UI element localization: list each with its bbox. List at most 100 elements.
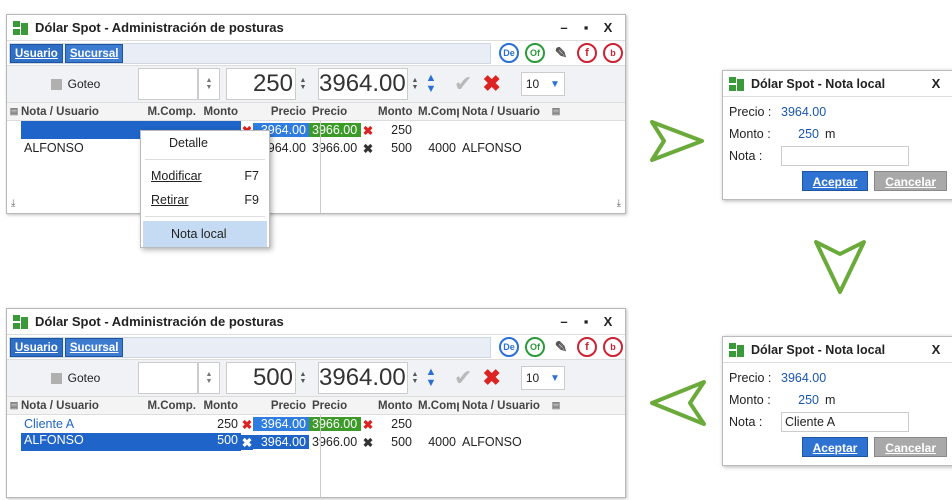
- remove-ask-icon[interactable]: ✖: [361, 435, 375, 450]
- order-controls: Goteo ▲ ▼ 250 ▲ ▼ 3964.00 ▲ ▼ ▲ ▼ ✔ ✖ 10 ▼: [7, 65, 625, 103]
- price-stepper[interactable]: ▲ ▼: [408, 68, 422, 100]
- window-title: Dólar Spot - Administración de posturas: [35, 314, 284, 329]
- user-alert-icon[interactable]: f: [577, 43, 597, 63]
- user-alert-icon[interactable]: f: [577, 337, 597, 357]
- table-row[interactable]: Cliente A 250 ✖ 3964.00 3966.00 ✖ 250: [7, 415, 625, 433]
- precio-bid-cell[interactable]: 3964.00: [253, 417, 309, 431]
- offer-icon[interactable]: Of: [525, 337, 545, 357]
- amount-input[interactable]: 250: [226, 68, 296, 100]
- group-alert-icon[interactable]: b: [603, 337, 623, 357]
- remove-bid-icon[interactable]: ✖: [241, 434, 253, 450]
- goteo-input[interactable]: [138, 68, 198, 100]
- nota-input[interactable]: Cliente A: [781, 412, 909, 432]
- menu-item-modificar[interactable]: Modificar F7: [141, 164, 269, 188]
- app-logo-icon: [13, 20, 29, 35]
- goteo-checkbox[interactable]: [50, 372, 62, 384]
- grid-menu-icon[interactable]: ▤: [7, 400, 21, 411]
- menu-item-nota-local[interactable]: Nota local: [143, 221, 267, 247]
- app-logo-icon: [13, 314, 29, 329]
- posturas-window-after: Dólar Spot - Administración de posturas …: [6, 308, 626, 498]
- group-alert-icon[interactable]: b: [603, 43, 623, 63]
- cancel-x-icon[interactable]: ✖: [482, 71, 500, 97]
- app-logo-icon: [729, 76, 745, 91]
- price-input[interactable]: 3964.00: [318, 68, 408, 100]
- remove-bid-icon[interactable]: ✖: [241, 417, 253, 432]
- confirm-check-icon[interactable]: ✔: [454, 71, 472, 97]
- selected-bid-cell[interactable]: ALFONSO 500: [21, 433, 241, 451]
- tab-bar: Usuario Sucursal: [9, 336, 491, 358]
- grid-menu-icon-right[interactable]: ▤: [549, 400, 563, 411]
- remove-ask-icon[interactable]: ✖: [361, 417, 375, 432]
- precio-ask-cell[interactable]: 3966.00: [309, 123, 361, 137]
- precio-ask-cell[interactable]: 3966.00: [309, 417, 361, 431]
- download-icon-right[interactable]: ⤓: [617, 198, 621, 209]
- close-button[interactable]: X: [597, 20, 619, 35]
- tab-sucursal[interactable]: Sucursal: [64, 337, 124, 357]
- nota-local-dialog-filled: Dólar Spot - Nota local X Precio : 3964.0…: [722, 336, 952, 466]
- demand-icon[interactable]: De: [499, 43, 519, 63]
- precio-ask-cell[interactable]: 3966.00: [309, 141, 361, 155]
- price-big-stepper[interactable]: ▲ ▼: [422, 68, 440, 100]
- col-precio-ask: Precio: [312, 105, 348, 118]
- table-row[interactable]: ALFONSO 500 ✖ 3964.00 3966.00 ✖ 500 4000 …: [7, 433, 625, 451]
- grid-menu-icon-right[interactable]: ▤: [549, 106, 563, 117]
- grid-menu-icon[interactable]: ▤: [7, 106, 21, 117]
- cancelar-button[interactable]: Cancelar: [874, 437, 947, 457]
- nota-cell: Cliente A: [24, 417, 75, 431]
- menu-item-detalle[interactable]: Detalle: [141, 131, 269, 155]
- price-input[interactable]: 3964.00: [318, 362, 408, 394]
- maximize-button[interactable]: ▪: [575, 20, 597, 35]
- chevron-down-icon: ▼: [549, 372, 560, 384]
- goteo-stepper[interactable]: ▲ ▼: [198, 68, 220, 100]
- monto-value: 250: [798, 127, 819, 141]
- goteo-stepper[interactable]: ▲ ▼: [198, 362, 220, 394]
- close-button[interactable]: X: [925, 76, 947, 91]
- cancelar-button[interactable]: Cancelar: [874, 171, 947, 191]
- quantity-select[interactable]: 10 ▼: [520, 72, 565, 96]
- maximize-button[interactable]: ▪: [575, 314, 597, 329]
- orders-grid: ▤ Nota / Usuario M.Comp. Monto Precio Pr…: [7, 397, 625, 497]
- goteo-toggle[interactable]: Goteo: [13, 77, 138, 91]
- close-button[interactable]: X: [925, 342, 947, 357]
- precio-ask-cell[interactable]: 3966.00: [309, 435, 361, 449]
- remove-ask-icon[interactable]: ✖: [361, 141, 375, 156]
- offer-icon[interactable]: Of: [525, 43, 545, 63]
- aceptar-button[interactable]: Aceptar: [801, 437, 869, 457]
- amount-stepper[interactable]: ▲ ▼: [296, 362, 310, 394]
- tab-sucursal[interactable]: Sucursal: [64, 43, 124, 63]
- price-stepper[interactable]: ▲ ▼: [408, 362, 422, 394]
- tab-bar: Usuario Sucursal: [9, 42, 491, 64]
- toolbar: Usuario Sucursal De Of ✎ f b: [7, 41, 625, 65]
- close-button[interactable]: X: [597, 314, 619, 329]
- monto-value: 250: [798, 393, 819, 407]
- toolbar-icons: De Of ✎ f b: [499, 337, 623, 357]
- tab-usuario[interactable]: Usuario: [10, 337, 63, 357]
- minimize-button[interactable]: –: [553, 314, 575, 329]
- minimize-button[interactable]: –: [553, 20, 575, 35]
- remove-ask-icon[interactable]: ✖: [361, 123, 375, 138]
- menu-item-retirar[interactable]: Retirar F9: [141, 188, 269, 212]
- confirm-check-icon[interactable]: ✔: [454, 365, 472, 391]
- price-big-stepper[interactable]: ▲ ▼: [422, 362, 440, 394]
- quantity-select[interactable]: 10 ▼: [520, 366, 565, 390]
- aceptar-button[interactable]: Aceptar: [801, 171, 869, 191]
- edit-icon[interactable]: ✎: [551, 43, 571, 63]
- nota-input[interactable]: [781, 146, 909, 166]
- table-row[interactable]: ALFONSO 964.00 3966.00 ✖ 500 4000 ALFONS…: [7, 139, 625, 157]
- goteo-input[interactable]: [138, 362, 198, 394]
- cancel-x-icon[interactable]: ✖: [482, 365, 500, 391]
- goteo-label: Goteo: [67, 371, 101, 385]
- nota-label: Nota :: [729, 149, 763, 163]
- amount-input[interactable]: 500: [226, 362, 296, 394]
- precio-bid-cell[interactable]: 3964.00: [253, 435, 309, 449]
- quantity-value: 10: [525, 371, 540, 385]
- amount-stepper[interactable]: ▲ ▼: [296, 68, 310, 100]
- table-row[interactable]: ✖ 3964.00 3966.00 ✖ 250: [7, 121, 625, 139]
- goteo-checkbox[interactable]: [50, 78, 62, 90]
- download-icon[interactable]: ⤓: [11, 198, 15, 209]
- goteo-toggle[interactable]: Goteo: [13, 371, 138, 385]
- tab-usuario[interactable]: Usuario: [10, 43, 63, 63]
- monto-ask-cell: 500: [391, 141, 412, 155]
- demand-icon[interactable]: De: [499, 337, 519, 357]
- edit-icon[interactable]: ✎: [551, 337, 571, 357]
